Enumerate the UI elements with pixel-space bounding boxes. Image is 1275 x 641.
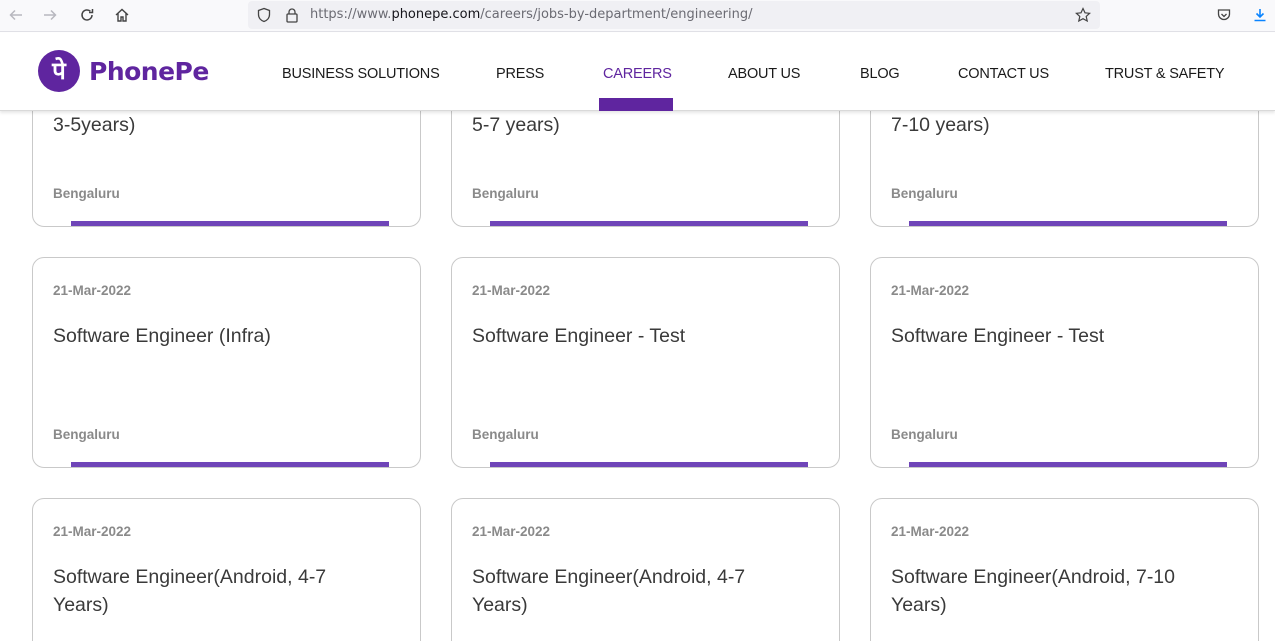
card-accent-bar xyxy=(909,221,1227,226)
job-title: Software Engineer - Test xyxy=(472,325,686,347)
job-title: 3-5years) xyxy=(53,114,136,136)
nav-blog[interactable]: BLOG xyxy=(860,66,900,82)
logo-text: PhonePe xyxy=(89,56,209,86)
site-header: पे PhonePe BUSINESS SOLUTIONS PRESS CARE… xyxy=(0,33,1275,111)
job-date: 21-Mar-2022 xyxy=(53,283,132,298)
job-title: Software Engineer - Test xyxy=(891,325,1105,347)
job-date: 21-Mar-2022 xyxy=(53,524,132,539)
job-location: Bengaluru xyxy=(472,186,539,201)
card-accent-bar xyxy=(71,221,389,226)
nav-contact-us[interactable]: CONTACT US xyxy=(958,66,1049,82)
job-location: Bengaluru xyxy=(891,186,958,201)
job-title: 7-10 years) xyxy=(891,114,990,136)
job-location: Bengaluru xyxy=(472,427,539,442)
card-accent-bar xyxy=(71,462,389,467)
job-card[interactable]: 21-Mar-2022 Software Engineer(Android, 7… xyxy=(870,498,1259,641)
job-date: 21-Mar-2022 xyxy=(891,283,970,298)
nav-trust-safety[interactable]: TRUST & SAFETY xyxy=(1105,66,1225,82)
job-date: 21-Mar-2022 xyxy=(472,283,551,298)
job-title: Software Engineer(Android, 4-7 Years) xyxy=(472,566,746,616)
job-location: Bengaluru xyxy=(53,427,120,442)
active-nav-indicator xyxy=(599,98,673,111)
nav-about-us[interactable]: ABOUT US xyxy=(728,66,800,82)
job-title: 5-7 years) xyxy=(472,114,560,136)
job-card[interactable]: 21-Mar-2022 Software Engineer(Android, 4… xyxy=(451,498,840,641)
nav-press[interactable]: PRESS xyxy=(496,66,544,82)
nav-careers[interactable]: CAREERS xyxy=(603,66,672,82)
job-date: 21-Mar-2022 xyxy=(472,524,551,539)
job-location: Bengaluru xyxy=(53,186,120,201)
job-card[interactable]: 21-Mar-2022 Software Engineer (Infra) Be… xyxy=(32,257,421,468)
job-card[interactable]: 21-Mar-2022 Software Engineer(Android, 4… xyxy=(32,498,421,641)
job-title: Software Engineer(Android, 4-7 Years) xyxy=(53,566,327,616)
job-title: Software Engineer (Infra) xyxy=(53,325,271,347)
job-card[interactable]: 21-Mar-2022 Software Engineer - Test Ben… xyxy=(870,257,1259,468)
nav-business-solutions[interactable]: BUSINESS SOLUTIONS xyxy=(282,66,440,82)
job-card[interactable]: 21-Mar-2022 Software Engineer - Test Ben… xyxy=(451,257,840,468)
job-location: Bengaluru xyxy=(891,427,958,442)
job-title: Software Engineer(Android, 7-10 Years) xyxy=(891,566,1175,616)
card-accent-bar xyxy=(490,221,808,226)
card-accent-bar xyxy=(490,462,808,467)
job-date: 21-Mar-2022 xyxy=(891,524,970,539)
phonepe-logo[interactable]: पे PhonePe xyxy=(38,50,209,92)
card-accent-bar xyxy=(909,462,1227,467)
logo-mark-icon: पे xyxy=(38,50,80,92)
